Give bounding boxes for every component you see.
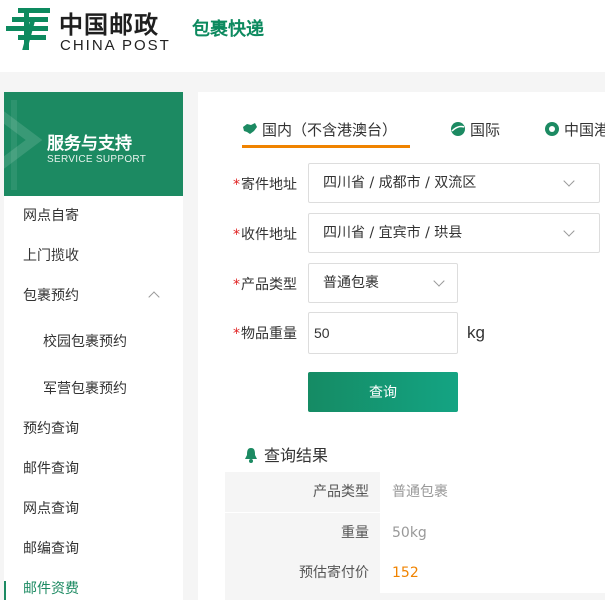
sidebar-item-label: 邮件资费 xyxy=(23,581,79,597)
result-label-product-type: 产品类型 xyxy=(313,484,369,500)
site-header: 中国邮政 CHINA POST 包裹快递 xyxy=(0,0,605,72)
logo-chinese-text[interactable]: 中国邮政 xyxy=(59,5,159,40)
recipient-address-label: *收件地址 xyxy=(233,224,297,244)
active-tab-underline xyxy=(242,145,410,148)
sidebar-item-postcode-query[interactable]: 邮编查询 xyxy=(4,529,183,569)
required-mark: * xyxy=(233,326,240,342)
sender-address-select[interactable]: 四川省 / 成都市 / 双流区 xyxy=(308,163,600,203)
tab-international[interactable]: 国际 xyxy=(450,119,500,140)
sidebar-item-label: 网点自寄 xyxy=(23,208,79,224)
china-map-icon xyxy=(243,123,257,134)
product-type-label-text: 产品类型 xyxy=(241,277,297,293)
result-value-product-type: 普通包裹 xyxy=(380,472,605,512)
result-heading: 查询结果 xyxy=(244,442,328,466)
chevron-down-icon xyxy=(563,225,575,237)
weight-unit: kg xyxy=(467,323,485,342)
tab-hk-macau-taiwan[interactable]: 中国港 xyxy=(544,119,605,140)
sidebar-item-military-booking[interactable]: 军营包裹预约 xyxy=(4,369,183,409)
result-row: 预估寄付价 152 xyxy=(225,553,605,593)
bell-icon xyxy=(245,448,257,463)
tab-label: 国际 xyxy=(470,121,501,139)
hongkong-icon xyxy=(545,122,559,136)
result-label-estimated-price: 预估寄付价 xyxy=(299,565,369,581)
tab-domestic[interactable]: 国内（不含港澳台） xyxy=(242,119,397,140)
sidebar-item-label: 网点查询 xyxy=(23,501,79,517)
weight-input[interactable] xyxy=(308,312,458,354)
sidebar-item-campus-booking[interactable]: 校园包裹预约 xyxy=(4,316,183,369)
result-row: 重量 50kg xyxy=(225,513,605,553)
weight-label-text: 物品重量 xyxy=(241,326,297,342)
weight-label: *物品重量 xyxy=(233,323,297,343)
recipient-address-value: 四川省 / 宜宾市 / 珙县 xyxy=(323,225,463,241)
sidebar-item-postage-rates[interactable]: 邮件资费 xyxy=(4,569,183,600)
result-row-partial xyxy=(225,593,605,600)
required-mark: * xyxy=(233,227,240,243)
sidebar-item-label: 校园包裹预约 xyxy=(43,334,127,350)
recipient-address-label-text: 收件地址 xyxy=(241,227,297,243)
sender-address-value: 四川省 / 成都市 / 双流区 xyxy=(323,175,477,191)
tab-label: 中国港 xyxy=(564,121,605,139)
logo-english-text[interactable]: CHINA POST xyxy=(60,37,171,54)
recipient-address-select[interactable]: 四川省 / 宜宾市 / 珙县 xyxy=(308,213,600,253)
sidebar-title: 服务与支持 xyxy=(47,134,132,154)
tab-label: 国内（不含港澳台） xyxy=(262,121,398,139)
chevron-down-icon xyxy=(433,275,445,287)
required-mark: * xyxy=(233,277,240,293)
result-value-weight: 50kg xyxy=(380,513,605,553)
sidebar-item-parcel-booking[interactable]: 包裹预约 xyxy=(4,276,183,316)
sidebar-item-home-pickup[interactable]: 上门揽收 xyxy=(4,236,183,276)
sidebar-header: 服务与支持 SERVICE SUPPORT xyxy=(4,92,183,196)
sidebar-item-label: 上门揽收 xyxy=(23,248,79,264)
service-title[interactable]: 包裹快递 xyxy=(192,15,264,41)
china-post-logo-icon[interactable] xyxy=(4,6,52,52)
query-button[interactable]: 查询 xyxy=(308,372,458,412)
sidebar-item-booking-query[interactable]: 预约查询 xyxy=(4,409,183,449)
chevron-up-icon[interactable] xyxy=(148,291,160,303)
chevron-down-icon xyxy=(563,175,575,187)
sidebar-item-outlet-self-send[interactable]: 网点自寄 xyxy=(4,196,183,236)
result-title: 查询结果 xyxy=(264,446,329,465)
sidebar-item-outlet-query[interactable]: 网点查询 xyxy=(4,489,183,529)
sidebar: 服务与支持 SERVICE SUPPORT 网点自寄 上门揽收 包裹预约 校园包… xyxy=(4,92,183,600)
sidebar-item-label: 预约查询 xyxy=(23,421,79,437)
sidebar-item-label: 邮编查询 xyxy=(23,541,79,557)
main-panel: 国内（不含港澳台） 国际 中国港 *寄件地址 四川省 / 成都市 / 双流区 *… xyxy=(198,92,605,600)
result-value-estimated-price: 152 xyxy=(380,553,605,593)
sender-address-label-text: 寄件地址 xyxy=(241,177,297,193)
sidebar-item-label: 军营包裹预约 xyxy=(43,381,127,397)
product-type-label: *产品类型 xyxy=(233,274,297,294)
sidebar-menu: 网点自寄 上门揽收 包裹预约 校园包裹预约 军营包裹预约 预约查询 邮件查询 网… xyxy=(4,196,183,600)
sender-address-label: *寄件地址 xyxy=(233,174,297,194)
product-type-select[interactable]: 普通包裹 xyxy=(308,263,458,303)
sidebar-item-label: 邮件查询 xyxy=(23,461,79,477)
result-label-weight: 重量 xyxy=(341,525,369,541)
globe-icon xyxy=(451,122,465,136)
result-row: 产品类型 普通包裹 xyxy=(225,472,605,512)
product-type-value: 普通包裹 xyxy=(323,275,379,291)
sidebar-subtitle: SERVICE SUPPORT xyxy=(47,154,147,165)
sidebar-item-label: 包裹预约 xyxy=(23,288,79,304)
required-mark: * xyxy=(233,177,240,193)
sidebar-item-mail-tracking[interactable]: 邮件查询 xyxy=(4,449,183,489)
